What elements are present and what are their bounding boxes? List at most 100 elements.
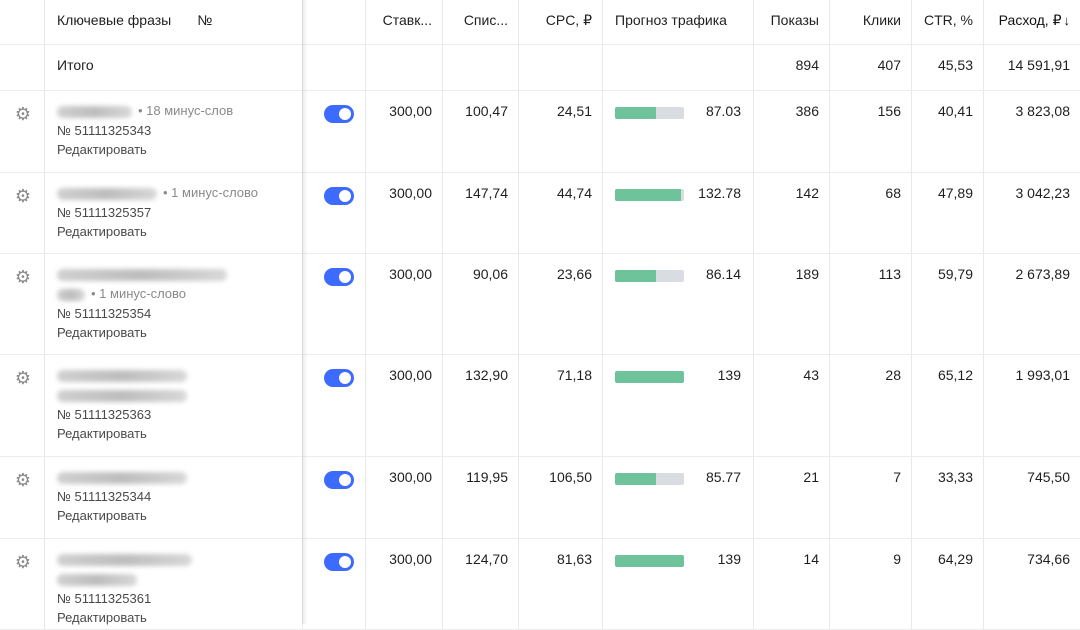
keyword-text-blurred (57, 288, 85, 301)
keyword-cell: № 51111325361 Редактировать (45, 539, 303, 629)
forecast-bar (615, 107, 684, 119)
keyword-cell: • 1 минус-слово № 51111325354 Редактиров… (45, 254, 303, 354)
keyword-id: № 51111325344 (57, 489, 152, 504)
forecast-bar-fill (615, 270, 657, 282)
clicks-value: 156 (830, 91, 912, 172)
header-bid[interactable]: Ставк... (366, 0, 443, 44)
forecast-cell: 87.03 (603, 91, 754, 172)
bid-value[interactable]: 300,00 (366, 355, 443, 456)
edit-link[interactable]: Редактировать (57, 224, 147, 239)
keyword-text-blurred (57, 389, 187, 402)
table-header: Ключевые фразы № Ставк... Спис... CPC, ₽ … (0, 0, 1080, 44)
forecast-bar-fill (615, 473, 657, 485)
gear-icon[interactable]: ⚙ (14, 187, 32, 205)
header-bid-label: Ставк... (382, 12, 432, 28)
forecast-cell: 139 (603, 539, 754, 629)
gear-icon[interactable]: ⚙ (14, 553, 32, 571)
header-ctr[interactable]: CTR, % (912, 0, 984, 44)
keyword-id: № 51111325361 (57, 591, 152, 606)
header-forecast[interactable]: Прогноз трафика (603, 0, 754, 44)
keyword-id: № 51111325354 (57, 306, 152, 321)
header-clicks-label: Клики (862, 12, 901, 28)
header-ctr-label: CTR, % (924, 12, 973, 28)
forecast-bar-fill (615, 107, 657, 119)
keyword-toggle[interactable] (324, 268, 354, 286)
keyword-id: № 51111325357 (57, 205, 152, 220)
forecast-bar (615, 189, 684, 201)
cost-value: 2 673,89 (1015, 266, 1071, 282)
table-row: ⚙ № 51111325344 Редактировать 300,00 119… (0, 457, 1080, 538)
clicks-value: 9 (830, 539, 912, 629)
header-toggle (303, 0, 366, 44)
gear-icon[interactable]: ⚙ (14, 105, 32, 123)
forecast-cell: 86.14 (603, 254, 754, 354)
shows-value: 21 (754, 457, 830, 538)
cpc-value: 23,66 (519, 254, 603, 354)
spis-value: 132,90 (443, 355, 519, 456)
bid-value[interactable]: 300,00 (366, 539, 443, 629)
total-label: Итого (57, 57, 94, 73)
keyword-toggle[interactable] (324, 187, 354, 205)
keyword-toggle[interactable] (324, 471, 354, 489)
cpc-value: 81,63 (519, 539, 603, 629)
clicks-value: 113 (830, 254, 912, 354)
edit-link[interactable]: Редактировать (57, 508, 147, 523)
clicks-value: 7 (830, 457, 912, 538)
edit-link[interactable]: Редактировать (57, 325, 147, 340)
keyword-text-blurred (57, 369, 187, 382)
keyword-id: № 51111325363 (57, 407, 152, 422)
edit-link[interactable]: Редактировать (57, 142, 147, 157)
forecast-value: 132.78 (698, 185, 741, 201)
header-cost-label: Расход, ₽ (998, 12, 1062, 28)
forecast-value: 86.14 (705, 266, 741, 282)
gear-icon[interactable]: ⚙ (14, 369, 32, 387)
clicks-value: 28 (830, 355, 912, 456)
shows-value: 189 (754, 254, 830, 354)
keyword-toggle[interactable] (324, 369, 354, 387)
cost-value: 734,66 (1027, 551, 1070, 567)
cost-value: 1 993,01 (1015, 367, 1071, 383)
keyword-text-blurred (57, 471, 187, 484)
spis-value: 147,74 (443, 173, 519, 253)
header-cost[interactable]: Расход, ₽ ↓ (984, 0, 1080, 44)
total-ctr: 45,53 (912, 45, 984, 90)
bid-value[interactable]: 300,00 (366, 91, 443, 172)
keyword-cell: • 18 минус-слов № 51111325343 Редактиров… (45, 91, 303, 172)
ctr-value: 47,89 (912, 173, 984, 253)
header-keywords-label: Ключевые фразы (57, 12, 172, 28)
ctr-value: 40,41 (912, 91, 984, 172)
cost-value: 3 823,08 (1015, 103, 1071, 119)
ctr-value: 64,29 (912, 539, 984, 629)
keyword-text-blurred (57, 553, 192, 566)
keyword-toggle[interactable] (324, 553, 354, 571)
sort-desc-icon[interactable]: ↓ (1064, 13, 1071, 28)
keyword-cell: № 51111325363 Редактировать (45, 355, 303, 456)
header-spis-label: Спис... (463, 12, 508, 28)
header-clicks[interactable]: Клики (830, 0, 912, 44)
ctr-value: 65,12 (912, 355, 984, 456)
keyword-text-blurred (57, 187, 157, 200)
total-clicks: 407 (830, 45, 912, 90)
minus-words-count: • 18 минус-слов (138, 103, 234, 118)
bid-value[interactable]: 300,00 (366, 254, 443, 354)
bid-value[interactable]: 300,00 (366, 457, 443, 538)
edit-link[interactable]: Редактировать (57, 426, 147, 441)
header-shows[interactable]: Показы (754, 0, 830, 44)
gear-icon[interactable]: ⚙ (14, 471, 32, 489)
forecast-cell: 85.77 (603, 457, 754, 538)
header-cpc[interactable]: CPC, ₽ (519, 0, 603, 44)
gear-icon[interactable]: ⚙ (14, 268, 32, 286)
header-shows-label: Показы (770, 12, 819, 28)
header-spis[interactable]: Спис... (443, 0, 519, 44)
keyword-toggle[interactable] (324, 105, 354, 123)
cost-value: 3 042,23 (1015, 185, 1071, 201)
forecast-value: 87.03 (705, 103, 741, 119)
edit-link[interactable]: Редактировать (57, 610, 147, 625)
bid-value[interactable]: 300,00 (366, 173, 443, 253)
cost-value: 745,50 (1027, 469, 1070, 485)
clicks-value: 68 (830, 173, 912, 253)
header-keywords[interactable]: Ключевые фразы № (45, 0, 303, 44)
spis-value: 90,06 (443, 254, 519, 354)
total-row: Итого 894 407 45,53 14 591,91 (0, 45, 1080, 90)
total-shows: 894 (754, 45, 830, 90)
